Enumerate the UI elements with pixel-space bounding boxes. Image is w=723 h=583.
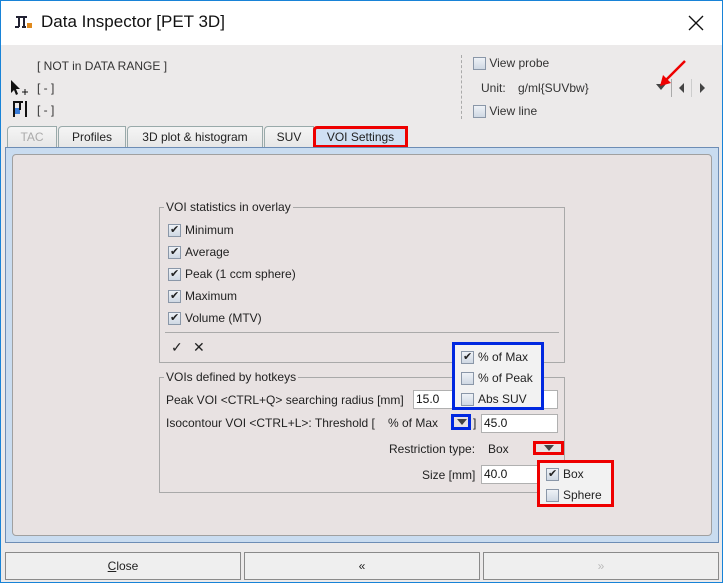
size-input[interactable]: 40.0 (481, 465, 541, 484)
stat-average-label: Average (185, 245, 230, 259)
tab-3d-plot-histogram[interactable]: 3D plot & histogram (127, 126, 263, 148)
app-icon (15, 16, 32, 28)
red-arrow-annotation-icon (660, 60, 686, 86)
view-line-check[interactable] (473, 105, 486, 119)
close-button-label: lose (116, 559, 139, 573)
threshold-option-abs-suv[interactable]: Abs SUV (461, 392, 527, 407)
restriction-option-box[interactable]: Box (546, 467, 584, 482)
divider (165, 332, 559, 333)
stat-volume-check[interactable] (168, 311, 181, 326)
restriction-option-sphere-check[interactable] (546, 489, 559, 503)
stat-minimum-check[interactable] (168, 223, 181, 238)
check-all-icon[interactable]: ✓ (171, 339, 183, 356)
next-button[interactable]: » (483, 552, 719, 580)
voi-statistics-title: VOI statistics in overlay (164, 200, 293, 214)
stat-volume-label: Volume (MTV) (185, 311, 262, 325)
restriction-type-dropdown[interactable] (533, 441, 564, 455)
threshold-option-max-check[interactable] (461, 350, 474, 365)
range-status: [ NOT in DATA RANGE ] (37, 59, 168, 73)
threshold-option-peak-check[interactable] (461, 372, 474, 386)
tab-suv[interactable]: SUV (264, 126, 314, 148)
previous-button[interactable]: « (244, 552, 480, 580)
stat-peak-check[interactable] (168, 267, 181, 282)
stat-average-check[interactable] (168, 245, 181, 260)
threshold-option-max[interactable]: % of Max (461, 350, 529, 365)
data-inspector-window: Data Inspector [PET 3D] [ NOT in DATA RA… (0, 0, 723, 583)
threshold-value-input[interactable]: 45.0 (481, 414, 558, 433)
restriction-option-sphere-label: Sphere (563, 488, 602, 502)
stat-maximum-label: Maximum (185, 289, 238, 303)
threshold-mode-dropdown[interactable] (451, 414, 471, 430)
restriction-type-popup: Box Sphere (537, 460, 614, 507)
cursor-position-icon (11, 80, 28, 95)
stat-peak-label: Peak (1 ccm sphere) (185, 267, 296, 281)
title-bar: Data Inspector [PET 3D] (1, 1, 722, 45)
next-icon[interactable] (700, 83, 705, 93)
threshold-bracket: ] (473, 416, 477, 430)
tab-tac[interactable]: TAC (7, 126, 57, 148)
chevron-down-icon (457, 419, 467, 425)
stat-maximum-check[interactable] (168, 289, 181, 304)
probe-icon (13, 101, 27, 117)
uncheck-all-icon[interactable]: ✕ (193, 339, 205, 356)
chevron-down-icon (544, 445, 554, 451)
stat-minimum-label: Minimum (185, 223, 234, 237)
threshold-option-peak-label: % of Peak (478, 371, 533, 385)
view-probe-checkbox[interactable]: View probe (473, 56, 550, 71)
close-button[interactable]: Close (5, 552, 241, 580)
stat-minimum-checkbox[interactable]: Minimum (168, 223, 234, 238)
view-probe-check[interactable] (473, 57, 486, 71)
stat-volume-checkbox[interactable]: Volume (MTV) (168, 311, 262, 326)
restriction-option-box-label: Box (563, 467, 584, 481)
tab-voi-settings[interactable]: VOI Settings (313, 126, 408, 148)
restriction-type-value: Box (488, 442, 509, 456)
unit-label: Unit: (481, 81, 506, 95)
restriction-type-label: Restriction type: (389, 442, 476, 456)
peak-radius-label: Peak VOI <CTRL+Q> searching radius [mm] (166, 393, 404, 407)
probe-value: [ - ] (37, 103, 55, 117)
threshold-option-abs-suv-label: Abs SUV (478, 392, 527, 406)
view-line-checkbox[interactable]: View line (473, 104, 538, 119)
threshold-option-abs-suv-check[interactable] (461, 393, 474, 407)
separator (461, 55, 462, 119)
window-title: Data Inspector [PET 3D] (41, 12, 225, 31)
view-line-label: View line (489, 104, 538, 118)
restriction-option-box-check[interactable] (546, 467, 559, 482)
unit-value: g/ml{SUVbw} (518, 81, 589, 95)
close-icon[interactable] (684, 11, 708, 35)
separator (691, 79, 692, 97)
threshold-option-max-label: % of Max (478, 350, 529, 364)
restriction-option-sphere[interactable]: Sphere (546, 488, 602, 503)
threshold-mode-value: % of Max (388, 416, 439, 430)
tab-profiles[interactable]: Profiles (58, 126, 126, 148)
stat-average-checkbox[interactable]: Average (168, 245, 230, 260)
threshold-mode-popup: % of Max % of Peak Abs SUV (452, 342, 544, 410)
stat-maximum-checkbox[interactable]: Maximum (168, 289, 238, 304)
size-label: Size [mm] (422, 468, 476, 482)
button-bar: Close « » (5, 552, 719, 581)
hotkeys-title: VOIs defined by hotkeys (164, 370, 299, 384)
threshold-option-peak[interactable]: % of Peak (461, 371, 533, 386)
view-probe-label: View probe (489, 56, 550, 70)
cursor-value: [ - ] (37, 81, 55, 95)
stat-peak-checkbox[interactable]: Peak (1 ccm sphere) (168, 267, 296, 282)
isocontour-label: Isocontour VOI <CTRL+L>: Threshold [ (166, 416, 375, 430)
